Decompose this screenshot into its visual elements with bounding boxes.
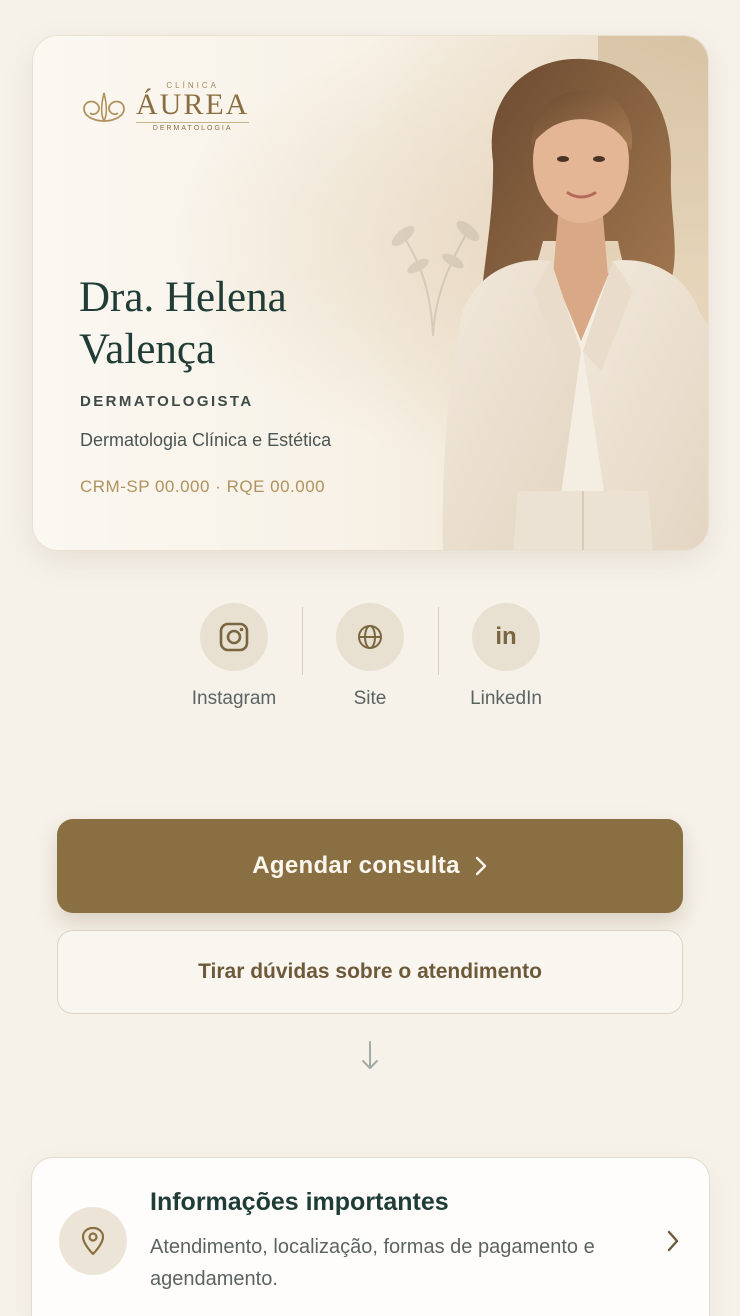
social-instagram-label: Instagram xyxy=(191,688,277,709)
info-card-title: Informações importantes xyxy=(150,1188,449,1216)
arrow-down-icon xyxy=(362,1041,378,1069)
chevron-right-icon xyxy=(667,1230,679,1252)
profile-page: CLÍNICA ÁUREA DERMATOLOGIA Dra. Helena V… xyxy=(0,0,740,1316)
social-linkedin-label: LinkedIn xyxy=(470,688,542,709)
doctor-specialty: DERMATOLOGISTA xyxy=(80,393,254,410)
linkedin-icon: in xyxy=(472,603,540,671)
chevron-right-icon xyxy=(475,856,486,876)
ask-questions-button[interactable]: Tirar dúvidas sobre o atendimento xyxy=(57,930,683,1014)
doctor-name: Dra. Helena Valença xyxy=(79,274,287,373)
schedule-appointment-button[interactable]: Agendar consulta xyxy=(57,819,683,913)
globe-icon xyxy=(336,603,404,671)
clinic-logo-mark-icon xyxy=(83,92,125,123)
linkedin-glyph: in xyxy=(495,623,517,650)
ask-questions-label: Tirar dúvidas sobre o atendimento xyxy=(198,960,542,983)
doctor-portrait xyxy=(442,58,708,550)
social-links: Instagram Site in LinkedIn xyxy=(166,603,574,718)
doctor-subtitle: Dermatologia Clínica e Estética xyxy=(80,430,332,450)
social-site-label: Site xyxy=(353,688,387,709)
schedule-appointment-label: Agendar consulta xyxy=(252,852,460,879)
logo-bottom-text: DERMATOLOGIA xyxy=(136,122,250,132)
social-instagram-link[interactable]: Instagram xyxy=(166,603,302,718)
doctor-credentials: CRM-SP 00.000 · RQE 00.000 xyxy=(80,477,326,496)
doctor-hero-card: CLÍNICA ÁUREA DERMATOLOGIA Dra. Helena V… xyxy=(32,35,709,551)
instagram-icon xyxy=(200,603,268,671)
location-pin-icon xyxy=(59,1207,127,1275)
logo-main-text: ÁUREA xyxy=(136,88,250,121)
social-linkedin-link[interactable]: in LinkedIn xyxy=(438,603,574,718)
clinic-logo: CLÍNICA ÁUREA DERMATOLOGIA xyxy=(80,81,250,132)
important-info-card[interactable]: Informações importantes Atendimento, loc… xyxy=(31,1157,710,1316)
social-site-link[interactable]: Site xyxy=(302,603,438,718)
info-card-description: Atendimento, localização, formas de paga… xyxy=(150,1236,595,1290)
